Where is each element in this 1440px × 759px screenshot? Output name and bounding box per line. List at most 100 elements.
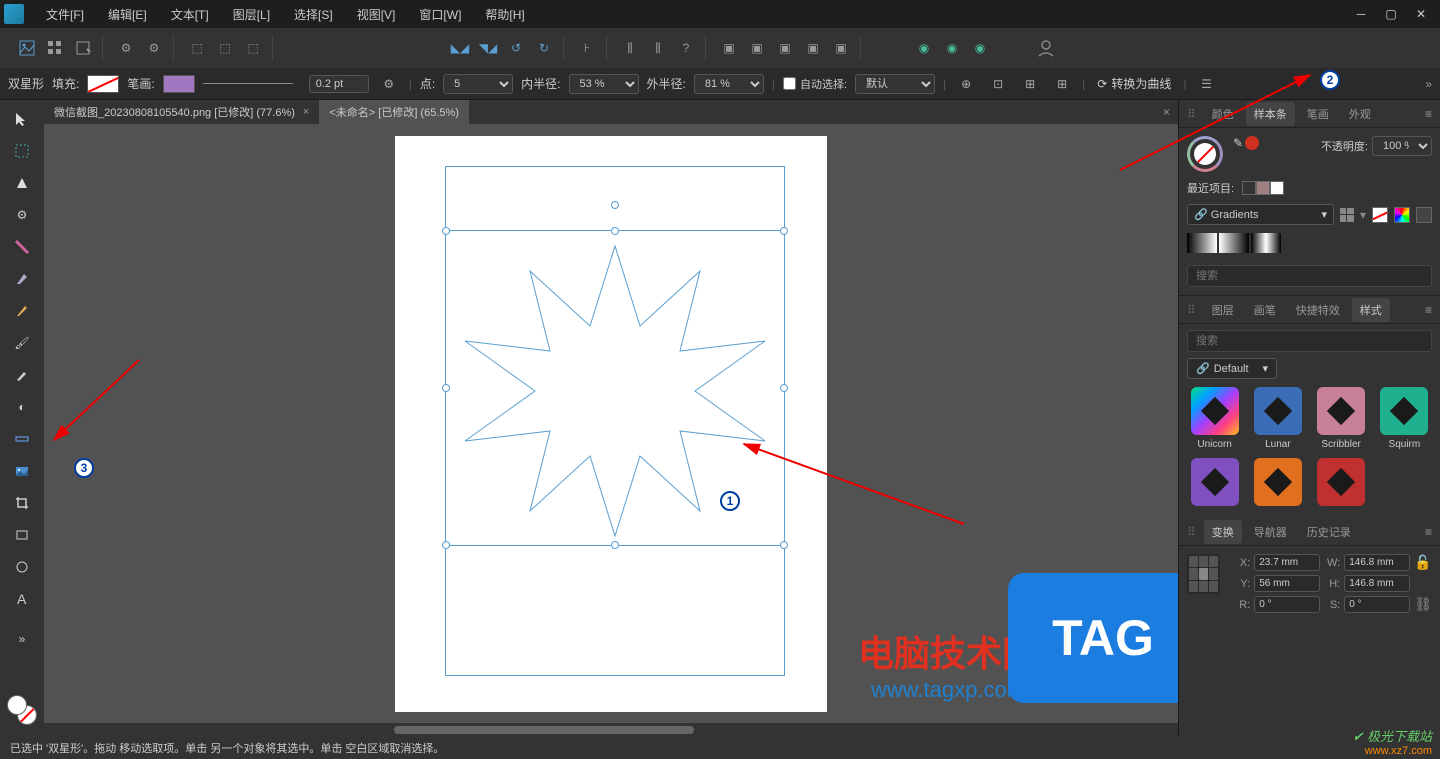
snapping-icon[interactable]: ⊞ bbox=[1050, 72, 1074, 96]
maximize-button[interactable]: ▢ bbox=[1376, 0, 1406, 28]
distribute-v-icon[interactable]: ⫼ bbox=[645, 35, 671, 61]
style-unicorn[interactable]: Unicorn bbox=[1187, 387, 1242, 450]
snap-options-icon[interactable]: ? bbox=[673, 35, 699, 61]
rotate-ccw-icon[interactable]: ↺ bbox=[503, 35, 529, 61]
minimize-button[interactable]: ─ bbox=[1346, 0, 1376, 28]
eyedropper-icon[interactable]: ✎ bbox=[1233, 136, 1243, 150]
w-input[interactable] bbox=[1344, 554, 1410, 571]
rectangle-tool[interactable] bbox=[7, 520, 37, 550]
style-red[interactable] bbox=[1314, 458, 1369, 510]
color-picker-icon[interactable] bbox=[1187, 136, 1223, 172]
horizontal-scrollbar[interactable] bbox=[44, 723, 1178, 737]
convert-to-curves-button[interactable]: ⟳转换为曲线 bbox=[1093, 75, 1175, 92]
crop-tool[interactable] bbox=[7, 488, 37, 518]
distribute-h-icon[interactable]: ⫼ bbox=[617, 35, 643, 61]
boolean-add-icon[interactable]: ▣ bbox=[716, 35, 742, 61]
stroke-settings-icon[interactable]: ⚙ bbox=[377, 72, 401, 96]
tab-layers[interactable]: 图层 bbox=[1204, 298, 1242, 322]
geometry-intersect-icon[interactable]: ◉ bbox=[967, 35, 993, 61]
eyedropper-tool[interactable] bbox=[7, 360, 37, 390]
tab-close-active-icon[interactable]: × bbox=[1163, 105, 1178, 119]
marquee-tool[interactable] bbox=[7, 136, 37, 166]
tab-brushes[interactable]: 画笔 bbox=[1246, 298, 1284, 322]
stroke-swatch[interactable] bbox=[163, 75, 195, 93]
ellipse-tool[interactable] bbox=[7, 552, 37, 582]
y-input[interactable] bbox=[1254, 575, 1320, 592]
transform-origin-icon[interactable]: ⊕ bbox=[954, 72, 978, 96]
more-options-icon[interactable]: ☰ bbox=[1195, 72, 1219, 96]
panel-menu-icon[interactable]: ≡ bbox=[1425, 303, 1432, 317]
context-overflow-icon[interactable]: » bbox=[1425, 77, 1432, 91]
align-left-icon[interactable]: ⊦ bbox=[574, 35, 600, 61]
corner-tool[interactable] bbox=[7, 232, 37, 262]
geometry-add-icon[interactable]: ◉ bbox=[911, 35, 937, 61]
tab-doc2[interactable]: <未命名> [已修改] (65.5%) bbox=[319, 100, 469, 124]
x-input[interactable] bbox=[1254, 554, 1320, 571]
gradient-category-select[interactable]: 🔗 Gradients▾ bbox=[1187, 204, 1334, 225]
link-rotation-icon[interactable]: ⛓ bbox=[1414, 596, 1432, 613]
color-wheel-swatch[interactable] bbox=[1394, 207, 1410, 223]
pencil-tool[interactable] bbox=[7, 296, 37, 326]
tab-doc1[interactable]: 微信截图_20230808105540.png [已修改] (77.6%)× bbox=[44, 100, 319, 124]
canvas-viewport[interactable]: 1 电脑技术网 www.tagxp.com TAG bbox=[44, 124, 1178, 723]
tab-color[interactable]: 颜色 bbox=[1204, 102, 1242, 126]
style-search-input[interactable] bbox=[1187, 330, 1432, 352]
style-scribbler[interactable]: Scribbler bbox=[1314, 387, 1369, 450]
menu-file[interactable]: 文件[F] bbox=[34, 6, 96, 23]
inner-radius-select[interactable]: 53 % bbox=[569, 74, 639, 94]
flip-horizontal-icon[interactable]: ◣◢ bbox=[447, 35, 473, 61]
rotate-cw-icon[interactable]: ↻ bbox=[531, 35, 557, 61]
marquee-2-icon[interactable]: ⬚ bbox=[212, 35, 238, 61]
gradient-swatches[interactable] bbox=[1187, 233, 1432, 253]
tab-close-icon[interactable]: × bbox=[303, 106, 309, 118]
paint-brush-tool[interactable]: 🖌 bbox=[7, 328, 37, 358]
menu-select[interactable]: 选择[S] bbox=[282, 6, 345, 23]
preferences-icon[interactable]: ⚙ bbox=[113, 35, 139, 61]
tab-navigator[interactable]: 导航器 bbox=[1246, 520, 1295, 544]
auto-select-dropdown[interactable]: 默认 bbox=[855, 74, 935, 94]
close-button[interactable]: ✕ bbox=[1406, 0, 1436, 28]
r-input[interactable] bbox=[1254, 596, 1320, 613]
panel-grip-icon[interactable]: ⠿ bbox=[1187, 525, 1196, 539]
panel-grip-icon[interactable]: ⠿ bbox=[1187, 303, 1196, 317]
menu-window[interactable]: 窗口[W] bbox=[407, 6, 473, 23]
menu-help[interactable]: 帮助[H] bbox=[473, 6, 536, 23]
text-tool[interactable]: A bbox=[7, 584, 37, 614]
place-image-tool[interactable] bbox=[7, 456, 37, 486]
style-orange[interactable] bbox=[1250, 458, 1305, 510]
move-tool[interactable] bbox=[7, 104, 37, 134]
node-tool[interactable] bbox=[7, 168, 37, 198]
workspace-photo-icon[interactable] bbox=[14, 35, 40, 61]
lock-aspect-icon[interactable]: 🔓 bbox=[1414, 554, 1431, 571]
panel-grip-icon[interactable]: ⠿ bbox=[1187, 107, 1196, 121]
shape-builder-tool[interactable]: ⚙ bbox=[7, 200, 37, 230]
boolean-subtract-icon[interactable]: ▣ bbox=[744, 35, 770, 61]
s-input[interactable] bbox=[1344, 596, 1410, 613]
tab-styles[interactable]: 样式 bbox=[1352, 298, 1390, 322]
marquee-1-icon[interactable]: ⬚ bbox=[184, 35, 210, 61]
style-category-select[interactable]: 🔗 Default ▾ bbox=[1187, 358, 1277, 379]
h-input[interactable] bbox=[1344, 575, 1410, 592]
points-select[interactable]: 5 bbox=[443, 74, 513, 94]
menu-layer[interactable]: 图层[L] bbox=[221, 6, 282, 23]
grid-icon[interactable] bbox=[42, 35, 68, 61]
account-icon[interactable] bbox=[1033, 35, 1059, 61]
menu-edit[interactable]: 编辑[E] bbox=[96, 6, 159, 23]
boolean-combine-icon[interactable]: ▣ bbox=[828, 35, 854, 61]
marquee-3-icon[interactable]: ⬚ bbox=[240, 35, 266, 61]
tab-swatches[interactable]: 样本条 bbox=[1246, 102, 1295, 126]
opacity-select[interactable]: 100 % bbox=[1372, 136, 1432, 156]
document-setup-icon[interactable]: ⚙ bbox=[141, 35, 167, 61]
boolean-divide-icon[interactable]: ▣ bbox=[800, 35, 826, 61]
color-selector[interactable] bbox=[7, 695, 37, 725]
more-tools-icon[interactable]: » bbox=[7, 624, 37, 654]
show-grid-icon[interactable]: ⊞ bbox=[1018, 72, 1042, 96]
canvas[interactable]: 1 bbox=[395, 136, 827, 712]
stroke-width-input[interactable] bbox=[309, 75, 369, 93]
menu-view[interactable]: 视图[V] bbox=[345, 6, 408, 23]
no-fill-swatch[interactable] bbox=[1372, 207, 1388, 223]
tab-effects[interactable]: 快捷特效 bbox=[1288, 298, 1348, 322]
outer-radius-select[interactable]: 81 % bbox=[694, 74, 764, 94]
panel-menu-icon[interactable]: ≡ bbox=[1425, 525, 1432, 539]
fill-swatch[interactable] bbox=[87, 75, 119, 93]
